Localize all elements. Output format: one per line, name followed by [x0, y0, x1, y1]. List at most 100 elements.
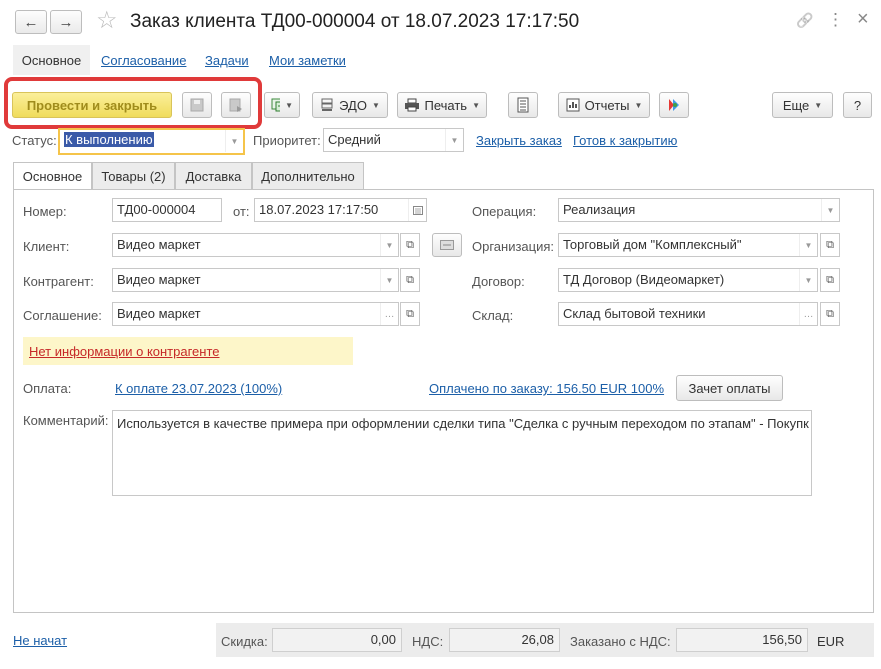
paid-by-order-link[interactable]: Оплачено по заказу: 156.50 EUR 100% — [429, 381, 664, 396]
calendar-icon[interactable] — [408, 199, 426, 221]
contract-label: Договор: — [472, 274, 525, 289]
payment-schedule-link[interactable]: К оплате 23.07.2023 (100%) — [115, 381, 282, 396]
operation-select[interactable]: Реализация ▼ — [558, 198, 840, 222]
ellipsis-icon[interactable]: … — [799, 303, 817, 325]
warehouse-value: Склад бытовой техники — [563, 306, 706, 321]
contract-open-button[interactable]: ⧉ — [820, 268, 840, 292]
organization-value: Торговый дом "Комплексный" — [563, 237, 742, 252]
create-based-on-icon — [271, 98, 281, 112]
open-copy-icon: ⧉ — [406, 273, 414, 286]
edo-button[interactable]: ЭДО ▼ — [312, 92, 388, 118]
discount-label: Скидка: — [221, 634, 268, 649]
state-link[interactable]: Не начат — [13, 633, 67, 648]
organization-select[interactable]: Торговый дом "Комплексный" ▼ — [558, 233, 818, 257]
printer-icon — [405, 98, 419, 112]
inner-tab-additional[interactable]: Дополнительно — [252, 162, 364, 189]
open-copy-icon: ⧉ — [826, 273, 834, 286]
chevron-down-icon: ▼ — [472, 100, 480, 110]
priority-label: Приоритет: — [253, 133, 321, 148]
chevron-down-icon: ▼ — [799, 269, 817, 291]
tab-tasks[interactable]: Задачи — [205, 53, 249, 68]
arrow-right-icon: → — [58, 13, 74, 31]
warehouse-open-button[interactable]: ⧉ — [820, 302, 840, 326]
ordered-with-vat-label: Заказано с НДС: — [570, 634, 671, 649]
client-label: Клиент: — [23, 239, 70, 254]
offset-payment-button[interactable]: Зачет оплаты — [676, 375, 783, 401]
client-select[interactable]: Видео маркет ▼ — [112, 233, 399, 257]
print-button[interactable]: Печать ▼ — [397, 92, 487, 118]
ordered-with-vat-value: 156,50 — [676, 628, 808, 652]
chevron-down-icon: ▼ — [799, 234, 817, 256]
tab-approval[interactable]: Согласование — [101, 53, 186, 68]
chevron-down-icon: ▼ — [380, 234, 398, 256]
chevron-down-icon: ▼ — [371, 100, 380, 110]
priority-value: Средний — [328, 132, 381, 147]
status-value: К выполнению — [64, 132, 154, 147]
chevron-down-icon: ▼ — [814, 100, 823, 110]
agreement-value: Видео маркет — [117, 306, 201, 321]
inner-tab-delivery[interactable]: Доставка — [175, 162, 252, 189]
link-icon[interactable]: 🔗 — [796, 12, 813, 29]
client-card-button[interactable] — [432, 233, 462, 257]
agreement-open-button[interactable]: ⧉ — [400, 302, 420, 326]
warehouse-select[interactable]: Склад бытовой техники … — [558, 302, 818, 326]
chevron-down-icon: ▼ — [445, 129, 463, 151]
payment-label: Оплата: — [23, 381, 72, 396]
status-select[interactable]: К выполнению ▼ — [58, 128, 245, 155]
inner-tab-goods[interactable]: Товары (2) — [92, 162, 175, 189]
reports-button[interactable]: Отчеты ▼ — [558, 92, 650, 118]
discount-value: 0,00 — [272, 628, 402, 652]
more-actions-button[interactable]: Еще ▼ — [772, 92, 833, 118]
tab-notes[interactable]: Мои заметки — [269, 53, 346, 68]
status-label: Статус: — [12, 133, 57, 148]
warehouse-label: Склад: — [472, 308, 514, 323]
organization-label: Организация: — [472, 239, 555, 254]
list-document-icon — [517, 97, 529, 113]
workflow-play-icon — [669, 99, 679, 111]
number-field[interactable]: ТД00-000004 — [112, 198, 222, 222]
comment-textarea[interactable]: Используется в качестве примера при офор… — [112, 410, 812, 496]
ready-to-close-link[interactable]: Готов к закрытию — [573, 133, 677, 148]
chevron-down-icon: ▼ — [285, 100, 293, 110]
client-open-button[interactable]: ⧉ — [400, 233, 420, 257]
chevron-down-icon: ▼ — [821, 199, 839, 221]
contract-value: ТД Договор (Видеомаркет) — [563, 272, 725, 287]
help-button[interactable]: ? — [843, 92, 872, 118]
contract-select[interactable]: ТД Договор (Видеомаркет) ▼ — [558, 268, 818, 292]
forward-button[interactable]: → — [50, 10, 82, 34]
open-copy-icon: ⧉ — [826, 307, 834, 320]
edo-icon — [321, 98, 333, 111]
document-structure-button[interactable] — [508, 92, 538, 118]
reports-icon — [566, 98, 580, 112]
chevron-down-icon: ▼ — [634, 100, 643, 110]
client-value: Видео маркет — [117, 237, 201, 252]
date-field[interactable]: 18.07.2023 17:17:50 — [254, 198, 427, 222]
workflow-button[interactable] — [659, 92, 689, 118]
arrow-left-icon: ← — [23, 13, 39, 31]
close-icon[interactable]: × — [857, 8, 869, 31]
priority-select[interactable]: Средний ▼ — [323, 128, 464, 152]
operation-value: Реализация — [563, 202, 636, 217]
no-counterparty-info-link[interactable]: Нет информации о контрагенте — [29, 344, 220, 359]
counterparty-select[interactable]: Видео маркет ▼ — [112, 268, 399, 292]
tab-main[interactable]: Основное — [13, 45, 90, 75]
organization-open-button[interactable]: ⧉ — [820, 233, 840, 257]
create-based-on-button[interactable]: ▼ — [264, 92, 300, 118]
contact-card-icon — [440, 240, 454, 250]
chevron-down-icon: ▼ — [380, 269, 398, 291]
date-value: 18.07.2023 17:17:50 — [259, 202, 379, 217]
comment-label: Комментарий: — [23, 413, 109, 428]
ellipsis-icon[interactable]: … — [380, 303, 398, 325]
back-button[interactable]: ← — [15, 10, 47, 34]
close-order-link[interactable]: Закрыть заказ — [476, 133, 562, 148]
agreement-label: Соглашение: — [23, 308, 102, 323]
more-vertical-icon[interactable]: ⋮ — [827, 10, 844, 30]
favorite-star-icon[interactable]: ☆ — [96, 6, 118, 35]
counterparty-open-button[interactable]: ⧉ — [400, 268, 420, 292]
agreement-select[interactable]: Видео маркет … — [112, 302, 399, 326]
inner-tab-main[interactable]: Основное — [13, 162, 92, 190]
currency-label: EUR — [817, 634, 845, 649]
vat-value: 26,08 — [449, 628, 560, 652]
chevron-down-icon: ▼ — [225, 130, 243, 152]
print-label: Печать — [424, 97, 468, 113]
